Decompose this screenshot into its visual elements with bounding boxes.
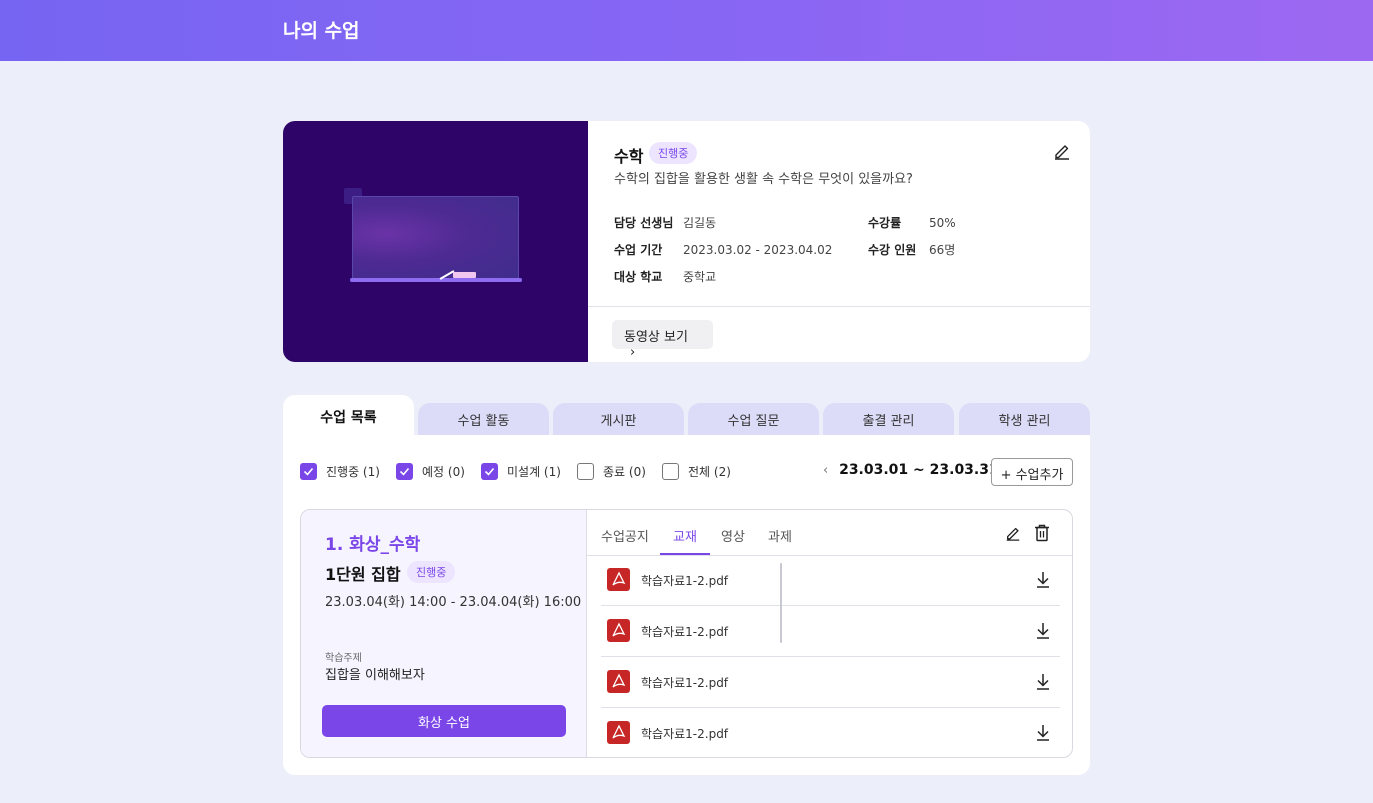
topic-label: 학습주제 (325, 653, 362, 664)
download-icon[interactable] (1036, 622, 1050, 643)
meta-school: 대상 학교 중학교 (614, 270, 717, 284)
checkbox-checked-icon[interactable] (481, 463, 498, 480)
file-row[interactable]: 학습자료1-2.pdf (587, 657, 1060, 708)
meta-rate: 수강률 50% (868, 216, 956, 230)
trash-icon[interactable] (1034, 524, 1050, 546)
filter-undesigned[interactable]: 미설계 (1) (481, 463, 561, 480)
file-row[interactable]: 학습자료1-2.pdf (587, 708, 1060, 757)
course-description: 수학의 집합을 활용한 생활 속 수학은 무엇이 있을까요? (614, 172, 913, 187)
watch-video-button[interactable]: 동영상 보기 › (612, 320, 713, 360)
file-name: 학습자료1-2.pdf (641, 625, 729, 639)
lesson-summary: 1. 화상_수학 1단원 집합 진행중 23.03.04(화) 14:00 - … (301, 510, 587, 757)
subtab-notice[interactable]: 수업공지 (601, 526, 649, 545)
file-name: 학습자료1-2.pdf (641, 574, 729, 588)
tab-lesson-activity[interactable]: 수업 활동 (418, 403, 549, 435)
download-icon[interactable] (1036, 673, 1050, 694)
tab-students[interactable]: 학생 관리 (959, 403, 1090, 435)
checkbox-empty-icon[interactable] (662, 463, 679, 480)
filter-ended[interactable]: 종료 (0) (577, 463, 646, 480)
tab-board[interactable]: 게시판 (553, 403, 684, 435)
lesson-card: 1. 화상_수학 1단원 집합 진행중 23.03.04(화) 14:00 - … (300, 509, 1073, 758)
page-title: 나의 수업 (283, 20, 360, 42)
filter-in-progress[interactable]: 진행중 (1) (300, 463, 380, 480)
chevron-right-icon: › (630, 345, 636, 360)
pdf-icon (607, 721, 630, 744)
course-name: 수학 (614, 147, 644, 166)
subtab-assignment[interactable]: 과제 (768, 526, 792, 545)
checkbox-checked-icon[interactable] (300, 463, 317, 480)
download-icon[interactable] (1036, 571, 1050, 592)
status-badge: 진행중 (649, 142, 698, 164)
course-info: 수학 진행중 수학의 집합을 활용한 생활 속 수학은 무엇이 있을까요? 담당… (588, 121, 1090, 362)
lesson-title: 1. 화상_수학 (325, 535, 421, 555)
date-range: ‹ 23.03.01 ~ 23.03.31 › (823, 462, 1015, 478)
top-header: 나의 수업 (0, 0, 1373, 61)
topic-value: 집합을 이해해보자 (325, 668, 425, 683)
tab-questions[interactable]: 수업 질문 (688, 403, 819, 435)
lesson-materials: 수업공지 교재 영상 과제 학습자료1-2.pdf 학습자료1-2.pdf 학습… (587, 510, 1072, 757)
pdf-icon (607, 670, 630, 693)
pdf-icon (607, 619, 630, 642)
subtab-video[interactable]: 영상 (721, 526, 745, 545)
chevron-left-icon[interactable]: ‹ (823, 463, 828, 478)
course-card: 수학 진행중 수학의 집합을 활용한 생활 속 수학은 무엇이 있을까요? 담당… (283, 121, 1090, 362)
lesson-unit: 1단원 집합 (325, 565, 401, 584)
pencil-icon[interactable] (1053, 142, 1071, 160)
course-thumbnail (283, 121, 588, 362)
date-range-text: 23.03.01 ~ 23.03.31 (839, 462, 999, 478)
scrollbar[interactable] (780, 563, 782, 643)
file-name: 학습자료1-2.pdf (641, 676, 729, 690)
filter-all[interactable]: 전체 (2) (662, 463, 731, 480)
file-row[interactable]: 학습자료1-2.pdf (587, 606, 1060, 657)
pencil-icon[interactable] (1005, 525, 1021, 545)
tab-lesson-list[interactable]: 수업 목록 (283, 395, 414, 435)
file-row[interactable]: 학습자료1-2.pdf (587, 555, 1060, 606)
meta-teacher: 담당 선생님 김길동 (614, 216, 717, 230)
checkbox-empty-icon[interactable] (577, 463, 594, 480)
tab-attendance[interactable]: 출결 관리 (823, 403, 954, 435)
status-badge: 진행중 (407, 561, 456, 583)
pdf-icon (607, 568, 630, 591)
meta-period: 수업 기간 2023.03.02 - 2023.04.02 (614, 243, 833, 257)
subtab-textbook[interactable]: 교재 (673, 526, 697, 545)
filter-scheduled[interactable]: 예정 (0) (396, 463, 465, 480)
meta-count: 수강 인원 66명 (868, 243, 956, 257)
download-icon[interactable] (1036, 724, 1050, 745)
checkbox-checked-icon[interactable] (396, 463, 413, 480)
add-lesson-button[interactable]: + 수업추가 (991, 458, 1073, 486)
file-name: 학습자료1-2.pdf (641, 727, 729, 741)
join-video-class-button[interactable]: 화상 수업 (322, 705, 566, 737)
lesson-time: 23.03.04(화) 14:00 - 23.04.04(화) 16:00 (325, 595, 582, 610)
blackboard-illustration (352, 196, 519, 280)
